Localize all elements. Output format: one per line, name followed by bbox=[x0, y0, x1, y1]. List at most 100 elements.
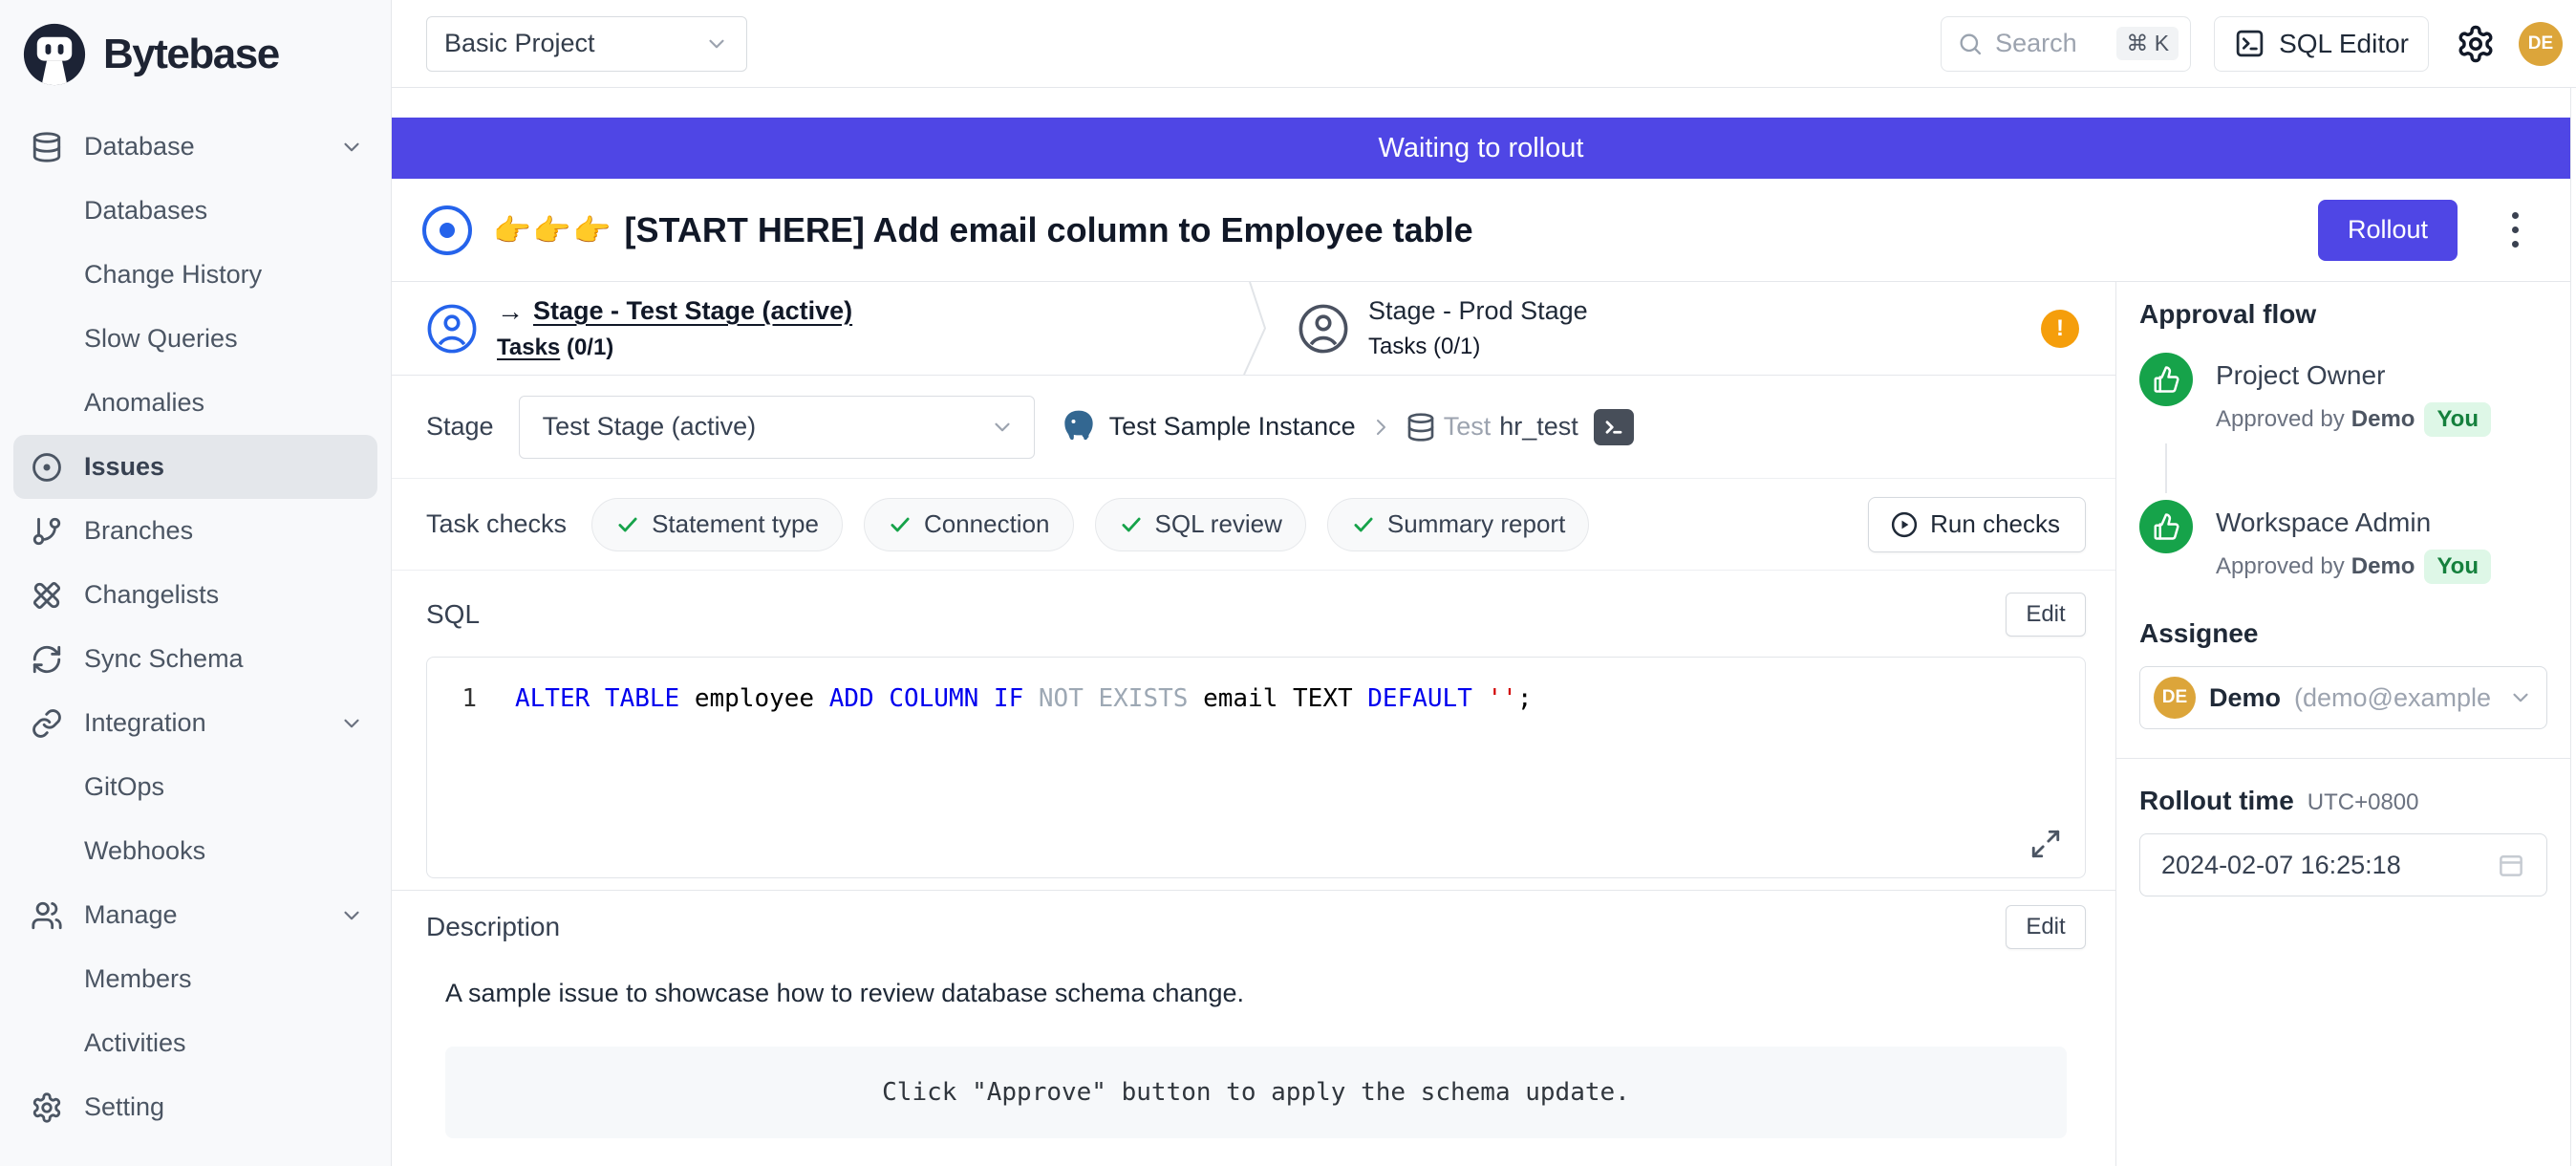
sidebar-item-slow-queries[interactable]: Slow Queries bbox=[13, 307, 377, 371]
sidebar-item-gitops[interactable]: GitOps bbox=[13, 755, 377, 819]
search-input[interactable]: Search ⌘ K bbox=[1941, 16, 2191, 72]
gear-icon bbox=[31, 1091, 63, 1124]
git-branch-icon bbox=[31, 515, 63, 548]
rollout-button[interactable]: Rollout bbox=[2318, 200, 2458, 261]
assignee-select[interactable]: DE Demo (demo@example bbox=[2139, 666, 2547, 729]
sidebar-item-activities[interactable]: Activities bbox=[13, 1011, 377, 1075]
stage-tab-separator bbox=[1242, 282, 1271, 375]
check-icon bbox=[615, 512, 640, 537]
run-checks-button[interactable]: Run checks bbox=[1868, 497, 2086, 552]
sidebar-item-issues[interactable]: Issues bbox=[13, 435, 377, 499]
description-edit-button[interactable]: Edit bbox=[2006, 905, 2086, 949]
sidebar-item-sync-schema[interactable]: Sync Schema bbox=[13, 627, 377, 691]
sidebar-item-anomalies[interactable]: Anomalies bbox=[13, 371, 377, 435]
chevron-down-icon bbox=[704, 32, 729, 56]
project-selector-value: Basic Project bbox=[444, 29, 595, 58]
assignee-heading: Assignee bbox=[2139, 618, 2547, 649]
database-icon bbox=[1406, 412, 1436, 443]
sql-code-editor[interactable]: 1 ALTER TABLE employee ADD COLUMN IF NOT… bbox=[426, 657, 2086, 878]
users-icon bbox=[31, 899, 63, 932]
approval-connector bbox=[2165, 443, 2167, 493]
stage-person-icon bbox=[1298, 303, 1349, 355]
panel-divider bbox=[2116, 758, 2570, 759]
sidebar-item-change-history[interactable]: Change History bbox=[13, 243, 377, 307]
sidebar: Bytebase Database Databases Change Histo… bbox=[0, 0, 392, 1166]
issue-title-row: 👉👉👉 [START HERE] Add email column to Emp… bbox=[392, 179, 2570, 282]
issue-status-icon bbox=[422, 205, 472, 255]
stage-tab-prod[interactable]: Stage - Prod Stage Tasks (0/1) ! bbox=[1271, 282, 2115, 375]
attention-badge-icon: ! bbox=[2041, 310, 2079, 348]
assignee-avatar: DE bbox=[2154, 677, 2196, 719]
sql-editor-button[interactable]: SQL Editor bbox=[2214, 16, 2429, 72]
sidebar-item-changelists[interactable]: Changelists bbox=[13, 563, 377, 627]
environment-name: Test bbox=[1444, 412, 1492, 442]
search-placeholder: Search bbox=[1995, 29, 2105, 58]
sql-edit-button[interactable]: Edit bbox=[2006, 593, 2086, 637]
chevron-down-icon bbox=[339, 903, 364, 928]
sidebar-item-databases[interactable]: Databases bbox=[13, 179, 377, 243]
gear-icon[interactable] bbox=[2456, 24, 2496, 64]
user-avatar[interactable]: DE bbox=[2519, 22, 2563, 66]
stage-tasks[interactable]: Tasks (0/1) bbox=[1368, 334, 1588, 360]
instance-name[interactable]: Test Sample Instance bbox=[1109, 412, 1356, 442]
stage-tab-test[interactable]: → Stage - Test Stage (active) Tasks (0/1… bbox=[392, 282, 1242, 375]
check-sql-review[interactable]: SQL review bbox=[1095, 498, 1306, 551]
stage-tabs: → Stage - Test Stage (active) Tasks (0/1… bbox=[392, 282, 2115, 376]
terminal-square-icon bbox=[2234, 28, 2265, 59]
main-area: Basic Project Search ⌘ K SQL Editor DE W… bbox=[392, 0, 2576, 1166]
calendar-icon bbox=[2497, 851, 2525, 879]
check-summary-report[interactable]: Summary report bbox=[1327, 498, 1589, 551]
kebab-menu-icon[interactable] bbox=[2494, 205, 2536, 255]
scrollbar-gutter[interactable] bbox=[2571, 88, 2576, 1166]
search-icon bbox=[1957, 31, 1984, 57]
sidebar-item-database[interactable]: Database bbox=[13, 115, 377, 179]
rollout-time-input[interactable]: 2024-02-07 16:25:18 bbox=[2139, 833, 2547, 896]
play-circle-icon bbox=[1890, 510, 1919, 539]
task-checks-row: Task checks Statement type Connection SQ… bbox=[392, 479, 2115, 571]
stage-tab-text: Stage - Prod Stage Tasks (0/1) bbox=[1368, 296, 1588, 360]
content-row: → Stage - Test Stage (active) Tasks (0/1… bbox=[392, 282, 2570, 1166]
sidebar-item-integration[interactable]: Integration bbox=[13, 691, 377, 755]
sidebar-nav: Database Databases Change History Slow Q… bbox=[0, 115, 391, 1139]
topbar: Basic Project Search ⌘ K SQL Editor DE bbox=[392, 0, 2576, 88]
approval-steps: Project Owner Approved by Demo You bbox=[2139, 353, 2547, 584]
rollout-time-value: 2024-02-07 16:25:18 bbox=[2161, 851, 2497, 880]
sql-statement: ALTER TABLE employee ADD COLUMN IF NOT E… bbox=[515, 684, 1532, 713]
approval-step-project-owner: Project Owner Approved by Demo You bbox=[2139, 353, 2547, 437]
current-stage-arrow: → bbox=[497, 296, 524, 327]
pencil-ruler-icon bbox=[31, 579, 63, 612]
refresh-icon bbox=[31, 643, 63, 676]
stage-select-value: Test Stage (active) bbox=[543, 412, 757, 442]
database-name[interactable]: hr_test bbox=[1499, 412, 1578, 442]
stage-label: Stage bbox=[426, 412, 494, 442]
sidebar-item-setting[interactable]: Setting bbox=[13, 1075, 377, 1139]
sql-heading: SQL bbox=[426, 599, 480, 630]
stage-tasks[interactable]: Tasks (0/1) bbox=[497, 335, 852, 361]
sidebar-item-branches[interactable]: Branches bbox=[13, 499, 377, 563]
sidebar-item-members[interactable]: Members bbox=[13, 947, 377, 1011]
rollout-timezone: UTC+0800 bbox=[2308, 789, 2419, 816]
rollout-time-label: Rollout time bbox=[2139, 786, 2294, 816]
issue-title-emoji: 👉👉👉 bbox=[493, 212, 613, 248]
description-note: Click "Approve" button to apply the sche… bbox=[445, 1047, 2067, 1138]
stage-name: Stage - Test Stage (active) bbox=[533, 296, 852, 326]
check-statement-type[interactable]: Statement type bbox=[591, 498, 843, 551]
search-shortcut-badge: ⌘ K bbox=[2116, 27, 2179, 60]
chevron-down-icon bbox=[339, 711, 364, 736]
line-number: 1 bbox=[446, 684, 477, 713]
check-icon bbox=[1119, 512, 1144, 537]
expand-icon[interactable] bbox=[2029, 828, 2062, 860]
you-badge: You bbox=[2424, 402, 2491, 437]
chevron-down-icon bbox=[2508, 685, 2533, 710]
chevron-right-icon bbox=[1369, 416, 1392, 439]
check-icon bbox=[1351, 512, 1376, 537]
bytebase-logo[interactable]: Bytebase bbox=[0, 0, 391, 107]
stage-select[interactable]: Test Stage (active) bbox=[519, 396, 1035, 459]
project-selector[interactable]: Basic Project bbox=[426, 16, 747, 72]
check-connection[interactable]: Connection bbox=[864, 498, 1074, 551]
sidebar-item-manage[interactable]: Manage bbox=[13, 883, 377, 947]
stage-name: Stage - Prod Stage bbox=[1368, 296, 1588, 326]
sidebar-item-webhooks[interactable]: Webhooks bbox=[13, 819, 377, 883]
open-sql-editor-icon[interactable] bbox=[1594, 409, 1634, 445]
sql-editor-label: SQL Editor bbox=[2279, 29, 2409, 59]
